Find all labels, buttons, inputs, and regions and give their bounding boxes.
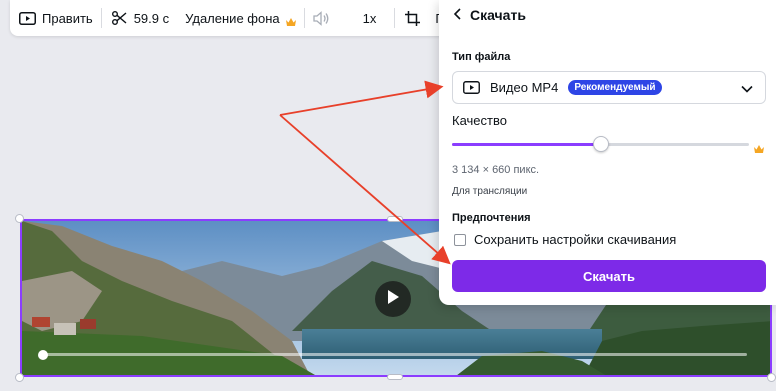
crop-icon [403, 9, 421, 27]
speed-label: 1x [362, 10, 377, 26]
resize-handle-bottom-right[interactable] [767, 373, 776, 382]
quality-slider-knob[interactable] [592, 136, 609, 152]
save-settings-checkbox[interactable] [454, 233, 466, 246]
download-panel: Скачать Тип файла Видео MP4 Рекомендуемы… [439, 0, 776, 305]
video-icon [463, 81, 480, 94]
timeline-knob[interactable] [38, 350, 48, 360]
panel-title: Скачать [470, 7, 526, 23]
trim-button[interactable]: 59.9 с [102, 0, 177, 36]
preferences-label: Предпочтения [452, 212, 531, 224]
save-settings-label: Сохранить настройки скачивания [474, 232, 677, 247]
save-settings-option[interactable]: Сохранить настройки скачивания [454, 232, 676, 247]
play-icon [387, 289, 399, 309]
resize-handle-top-left[interactable] [15, 214, 24, 223]
quality-slider-fill [452, 143, 601, 146]
panel-header: Скачать [453, 7, 526, 23]
file-type-value: Видео MP4 [490, 80, 559, 95]
speed-button[interactable]: 1x [345, 0, 395, 36]
video-timeline[interactable] [42, 353, 747, 356]
edit-label: Править [42, 10, 93, 26]
download-button[interactable]: Скачать [452, 260, 766, 292]
crown-icon [285, 14, 296, 26]
edit-button[interactable]: Править [10, 0, 101, 36]
file-type-label: Тип файла [452, 51, 511, 63]
resize-handle-bottom-left[interactable] [15, 373, 24, 382]
quality-label: Качество [452, 113, 507, 128]
chevron-down-icon [741, 81, 753, 96]
video-toolbar: Править 59.9 с Удаление фона 1x П [10, 0, 490, 36]
play-box-icon [18, 9, 36, 27]
crown-icon [754, 140, 764, 158]
chevron-left-icon[interactable] [453, 7, 461, 23]
scissors-icon [110, 9, 128, 27]
volume-button[interactable] [305, 0, 345, 36]
video-dimensions: 3 134 × 660 пикс. [452, 164, 540, 176]
resize-handle-bottom[interactable] [387, 374, 403, 380]
bg-remove-label: Удаление фона [185, 10, 280, 26]
stream-label: Для трансляции [452, 186, 528, 197]
resize-handle-top[interactable] [387, 216, 403, 222]
bg-remove-button[interactable]: Удаление фона [177, 0, 304, 36]
speaker-icon [313, 9, 331, 27]
file-type-select[interactable]: Видео MP4 Рекомендуемый [452, 71, 766, 104]
recommended-badge: Рекомендуемый [568, 80, 662, 95]
play-button[interactable] [375, 281, 411, 317]
duration-label: 59.9 с [133, 10, 170, 26]
